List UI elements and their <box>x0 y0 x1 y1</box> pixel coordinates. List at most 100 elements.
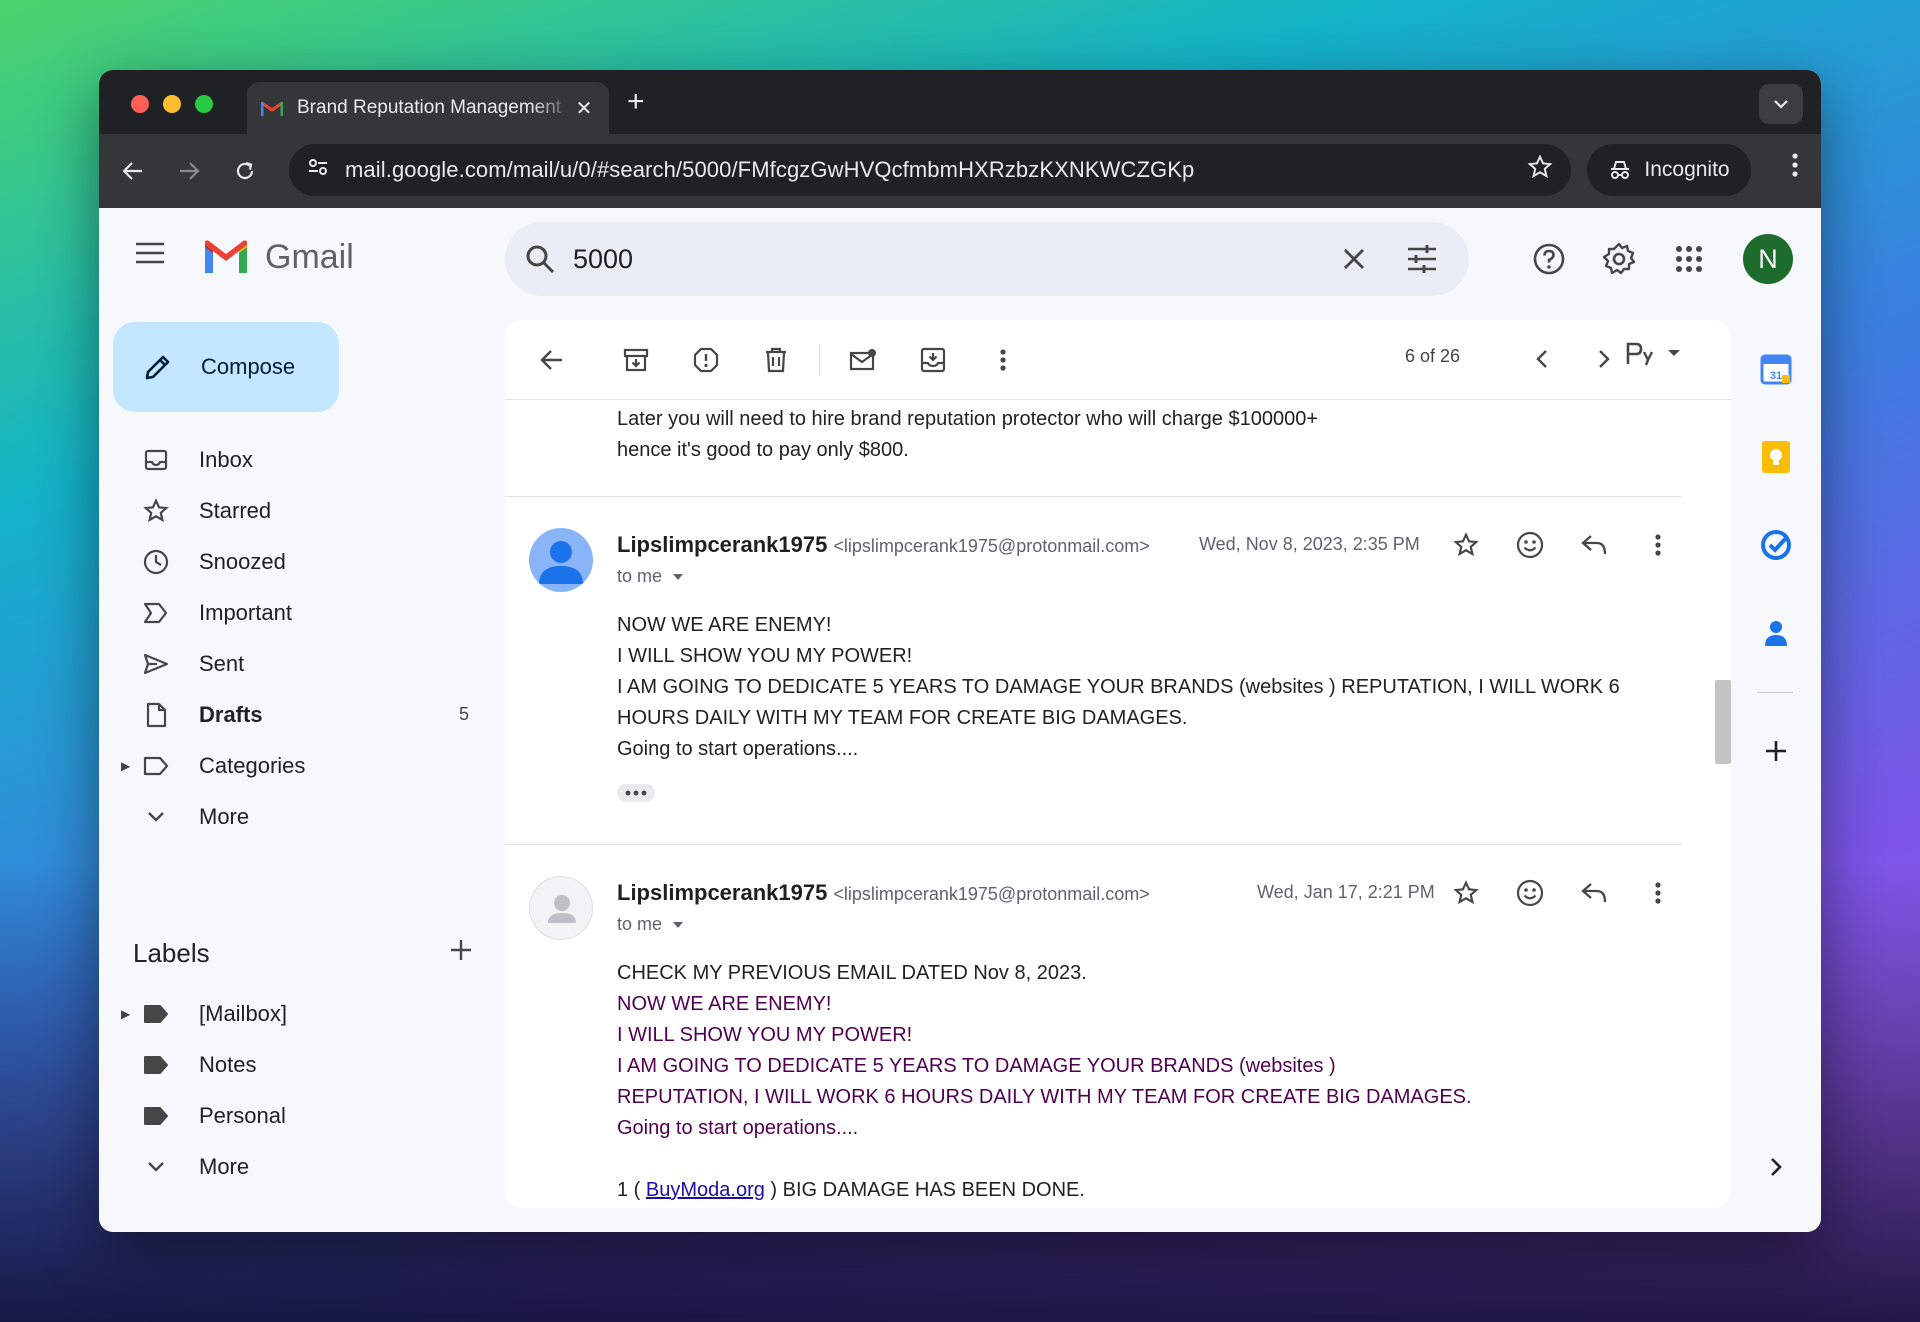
sidebar-item-label: Inbox <box>199 446 253 472</box>
apps-grid-icon <box>1676 246 1702 272</box>
message-more-button[interactable] <box>1635 870 1681 916</box>
tab-close-icon[interactable]: ✕ <box>573 96 595 121</box>
forward-button[interactable] <box>161 143 217 199</box>
buymoda-link[interactable]: BuyModa.org <box>646 1179 765 1201</box>
add-reaction-button[interactable] <box>1507 870 1553 916</box>
search-options-button[interactable] <box>1395 232 1449 286</box>
clock-icon <box>141 547 171 577</box>
sidebar-item-snoozed[interactable]: Snoozed <box>99 536 499 587</box>
search-input[interactable]: 5000 <box>573 244 1327 275</box>
label-item-personal[interactable]: Personal <box>99 1090 499 1141</box>
delete-button[interactable] <box>749 333 803 387</box>
more-vert-icon <box>1655 882 1661 904</box>
sender-name[interactable]: Lipslimpcerank1975 <lipslimpcerank1975@pr… <box>617 880 1150 906</box>
sidebar-item-label: Important <box>199 599 292 625</box>
recipient-details-toggle[interactable]: to me <box>617 914 684 935</box>
minimize-window-button[interactable] <box>163 95 181 113</box>
tasks-app-button[interactable] <box>1753 522 1799 568</box>
contacts-app-button[interactable] <box>1753 610 1799 656</box>
sidebar-item-inbox[interactable]: Inbox <box>99 434 499 485</box>
sender-avatar[interactable] <box>529 528 593 592</box>
clear-search-button[interactable] <box>1327 232 1381 286</box>
reply-button[interactable] <box>1571 522 1617 568</box>
close-window-button[interactable] <box>131 95 149 113</box>
browser-menu-icon[interactable] <box>1791 152 1799 183</box>
ellipsis-icon[interactable] <box>617 784 655 802</box>
main-menu-icon[interactable] <box>135 242 165 269</box>
label-item-notes[interactable]: Notes <box>99 1039 499 1090</box>
back-to-search-button[interactable] <box>525 333 579 387</box>
more-vert-icon <box>1655 534 1661 556</box>
message-more-button[interactable] <box>1635 522 1681 568</box>
calendar-app-button[interactable]: 31 <box>1753 346 1799 392</box>
recipient-details-toggle[interactable]: to me <box>617 566 684 587</box>
get-addons-button[interactable] <box>1753 728 1799 774</box>
sidebar-item-more[interactable]: More <box>99 791 499 842</box>
google-apps-button[interactable] <box>1665 235 1713 283</box>
input-tools-button[interactable] <box>1625 340 1681 366</box>
maximize-window-button[interactable] <box>195 95 213 113</box>
mark-unread-button[interactable] <box>836 333 890 387</box>
sidebar: Compose Inbox Starred Snoozed Important <box>99 308 499 1232</box>
labels-more[interactable]: More <box>99 1141 499 1192</box>
tab-search-button[interactable] <box>1759 84 1803 124</box>
thread-scroll-area[interactable]: Later you will need to hire brand reputa… <box>505 400 1731 1208</box>
gmail-logo[interactable]: Gmail <box>201 238 354 277</box>
archive-button[interactable] <box>609 333 663 387</box>
browser-window: Brand Reputation Management ✕ + mail.goo… <box>99 70 1821 1232</box>
arrow-left-icon <box>540 349 562 370</box>
sidebar-item-drafts[interactable]: Drafts 5 <box>99 689 499 740</box>
star-button[interactable] <box>1443 870 1489 916</box>
calendar-icon: 31 <box>1760 354 1792 385</box>
add-reaction-button[interactable] <box>1507 522 1553 568</box>
browser-tab[interactable]: Brand Reputation Management ✕ <box>247 82 609 134</box>
reply-button[interactable] <box>1571 870 1617 916</box>
thread-scrollbar[interactable] <box>1715 680 1731 764</box>
input-tools-icon <box>1626 342 1654 366</box>
newer-button[interactable] <box>1515 332 1569 386</box>
move-to-button[interactable] <box>906 333 960 387</box>
more-actions-button[interactable] <box>976 333 1030 387</box>
account-avatar[interactable]: N <box>1743 234 1793 284</box>
inbox-icon <box>141 445 171 475</box>
sidebar-item-important[interactable]: Important <box>99 587 499 638</box>
address-bar[interactable]: mail.google.com/mail/u/0/#search/5000/FM… <box>289 144 1571 196</box>
sidebar-item-starred[interactable]: Starred <box>99 485 499 536</box>
compose-button[interactable]: Compose <box>113 322 339 412</box>
sidebar-item-categories[interactable]: ▶ Categories <box>99 740 499 791</box>
star-button[interactable] <box>1443 522 1489 568</box>
gmail-favicon-icon <box>260 99 284 117</box>
caret-down-icon <box>1668 350 1680 356</box>
sender-name[interactable]: Lipslimpcerank1975 <lipslimpcerank1975@pr… <box>617 532 1150 558</box>
bookmark-star-icon[interactable] <box>1527 154 1553 186</box>
keep-app-button[interactable] <box>1753 434 1799 480</box>
label-item-mailbox[interactable]: ▶ [Mailbox] <box>99 988 499 1039</box>
sender-display-name: Lipslimpcerank1975 <box>617 880 828 905</box>
search-bar[interactable]: 5000 <box>505 222 1469 296</box>
incognito-indicator[interactable]: Incognito <box>1587 144 1751 196</box>
expand-caret-icon[interactable]: ▶ <box>121 759 130 773</box>
report-spam-button[interactable] <box>679 333 733 387</box>
create-label-button[interactable] <box>449 938 473 969</box>
sender-email: <lipslimpcerank1975@protonmail.com> <box>833 536 1150 556</box>
back-button[interactable] <box>105 143 161 199</box>
expand-caret-icon[interactable]: ▶ <box>121 1007 130 1021</box>
site-settings-icon[interactable] <box>307 157 329 183</box>
expand-side-panel-button[interactable] <box>1753 1144 1799 1190</box>
send-icon <box>141 649 171 679</box>
sender-avatar[interactable] <box>529 876 593 940</box>
reload-button[interactable] <box>217 143 273 199</box>
search-icon[interactable] <box>525 244 555 274</box>
show-trimmed-content[interactable] <box>617 775 1677 806</box>
svg-text:31: 31 <box>1770 370 1782 382</box>
body-line: CHECK MY PREVIOUS EMAIL DATED Nov 8, 202… <box>617 962 1087 984</box>
settings-button[interactable] <box>1595 235 1643 283</box>
label-outline-icon <box>141 751 171 781</box>
incognito-icon <box>1611 161 1630 179</box>
older-button[interactable] <box>1577 332 1631 386</box>
sidebar-item-sent[interactable]: Sent <box>99 638 499 689</box>
message-divider <box>505 496 1681 497</box>
support-button[interactable] <box>1525 235 1573 283</box>
star-icon <box>1453 880 1479 905</box>
new-tab-button[interactable]: + <box>627 82 645 122</box>
